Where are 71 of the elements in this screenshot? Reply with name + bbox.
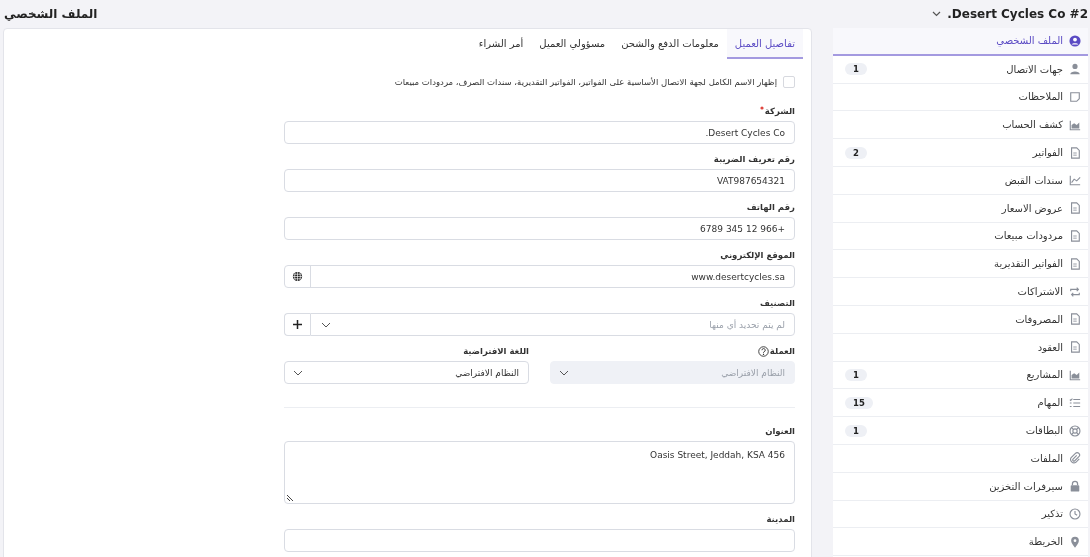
count-badge: 15 <box>845 396 873 409</box>
sidebar-item[interactable]: الاشتراكات <box>833 278 1088 306</box>
sidebar-item[interactable]: الملاحظات <box>833 83 1088 112</box>
tab[interactable]: معلومات الدفع والشحن <box>613 29 727 59</box>
language-select[interactable]: النظام الافتراضي <box>284 361 529 384</box>
tab[interactable]: مسؤولي العميل <box>531 29 614 59</box>
checkbox[interactable] <box>783 76 795 88</box>
sidebar-item[interactable]: تذكير <box>833 500 1088 529</box>
field-label: اللغة الافتراضية <box>463 346 529 356</box>
repeat-icon <box>1069 285 1081 298</box>
add-button[interactable] <box>284 313 310 336</box>
lock-icon <box>1069 480 1081 493</box>
globe-icon <box>292 271 303 282</box>
sidebar-item[interactable]: المصروفات <box>833 305 1088 334</box>
sidebar-item[interactable]: عروض الاسعار <box>833 194 1088 223</box>
count-badge: 1 <box>845 424 867 437</box>
list-icon <box>1069 396 1081 409</box>
sidebar-item[interactable]: الخريطة <box>833 528 1088 557</box>
sidebar-item[interactable]: سندات القبض <box>833 167 1088 195</box>
user-circle-icon <box>1069 34 1081 47</box>
input-field[interactable] <box>284 529 795 552</box>
document-icon <box>1069 341 1081 354</box>
sidebar-item[interactable]: الفواتير التقديرية <box>833 250 1088 279</box>
input-field[interactable]: +966 12 345 6789 <box>284 217 795 240</box>
document-icon <box>1069 257 1081 270</box>
page-title: الملف الشخصي <box>4 7 98 21</box>
person-icon <box>1069 63 1081 76</box>
map-pin-icon <box>1069 535 1081 548</box>
plus-icon <box>293 320 302 329</box>
document-icon <box>1069 146 1081 159</box>
chevron-down-icon <box>321 321 331 328</box>
input-field[interactable]: VAT987654321 <box>284 169 795 192</box>
field-label: رقم الهاتف <box>746 202 795 212</box>
field-label: العنوان <box>765 426 795 436</box>
sidebar-item[interactable]: الملف الشخصي <box>833 28 1088 56</box>
document-icon <box>1069 313 1081 326</box>
line-chart-icon <box>1069 174 1081 187</box>
address-field[interactable]: Oasis Street, Jeddah, KSA 456 <box>284 441 795 504</box>
website-field[interactable]: www.desertcycles.sa <box>284 265 795 288</box>
sidebar-item[interactable]: مردودات مبيعات <box>833 222 1088 251</box>
field-label: الشركة <box>764 106 795 116</box>
clock-icon <box>1069 507 1081 520</box>
client-title: #2 Desert Cycles Co. <box>947 7 1088 21</box>
chevron-down-icon <box>559 369 569 376</box>
sidebar-item[interactable]: الملفات <box>833 444 1088 473</box>
paperclip-icon <box>1069 452 1081 465</box>
document-icon <box>1069 202 1081 215</box>
resize-handle-icon[interactable] <box>287 494 294 501</box>
sidebar-item[interactable]: العقود <box>833 333 1088 362</box>
help-icon[interactable] <box>757 345 769 357</box>
field-label: العملة <box>769 346 795 356</box>
lifebuoy-icon <box>1069 424 1081 437</box>
chart-icon <box>1069 368 1081 381</box>
field-label: التصنيف <box>760 298 795 308</box>
field-label: الموقع الإلكتروني <box>720 250 795 260</box>
chevron-down-icon <box>293 369 303 376</box>
count-badge: 2 <box>845 146 867 159</box>
input-field[interactable]: Desert Cycles Co. <box>284 121 795 144</box>
document-icon <box>1069 229 1081 242</box>
tab[interactable]: تفاصيل العميل <box>726 29 803 59</box>
count-badge: 1 <box>845 368 867 381</box>
note-icon <box>1069 91 1081 103</box>
sidebar-item[interactable]: كشف الحساب <box>833 111 1088 140</box>
tab[interactable]: أمر الشراء <box>470 29 532 59</box>
checkbox-label: إظهار الاسم الكامل لجهة الاتصال الأساسية على الفواتير، الفواتير التقديرية، سندات الصرف، مردودات مبيعات <box>394 77 777 87</box>
count-badge: 1 <box>845 63 867 76</box>
field-label: رقم تعريف الضريبة <box>713 154 795 164</box>
chart-icon <box>1069 118 1081 131</box>
field-label: المدينة <box>766 514 795 524</box>
sidebar-item[interactable]: سيرفرات التخزين <box>833 472 1088 501</box>
chevron-down-icon[interactable] <box>932 11 942 17</box>
